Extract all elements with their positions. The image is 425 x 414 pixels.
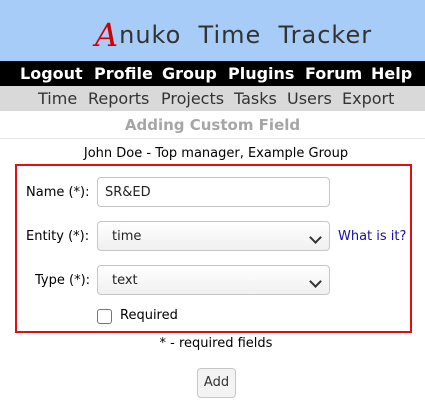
subnav-export[interactable]: Export <box>342 89 394 108</box>
nav-plugins[interactable]: Plugins <box>228 64 294 83</box>
sub-nav: Time Reports Projects Tasks Users Export <box>0 86 425 111</box>
logo-initial: A <box>95 16 119 54</box>
top-nav: Logout Profile Group Plugins Forum Help <box>0 61 425 86</box>
title-divider <box>0 138 425 139</box>
app-logo: Anuko Time Tracker <box>95 13 373 54</box>
name-label: Name (*): <box>26 185 90 200</box>
required-label: Required <box>120 308 178 323</box>
nav-help[interactable]: Help <box>371 64 412 83</box>
entity-selected-value: time <box>112 229 142 244</box>
type-select[interactable]: text <box>97 265 330 295</box>
required-fields-note: * - required fields <box>159 336 273 351</box>
subnav-reports[interactable]: Reports <box>88 89 149 108</box>
name-input[interactable] <box>97 177 330 207</box>
header-banner: Anuko Time Tracker <box>0 0 425 61</box>
chevron-down-icon <box>309 275 322 288</box>
chevron-down-icon <box>309 231 322 244</box>
nav-forum[interactable]: Forum <box>305 64 362 83</box>
nav-logout[interactable]: Logout <box>20 64 83 83</box>
what-is-it-link[interactable]: What is it? <box>338 229 406 244</box>
required-checkbox[interactable] <box>97 309 112 324</box>
user-info: John Doe - Top manager, Example Group <box>83 146 349 161</box>
type-selected-value: text <box>112 273 138 288</box>
nav-profile[interactable]: Profile <box>94 64 153 83</box>
entity-label: Entity (*): <box>26 229 90 244</box>
subnav-projects[interactable]: Projects <box>161 89 224 108</box>
type-label: Type (*): <box>35 273 91 288</box>
subnav-time[interactable]: Time <box>38 89 77 108</box>
subnav-users[interactable]: Users <box>287 89 332 108</box>
add-button[interactable]: Add <box>197 368 236 398</box>
subnav-tasks[interactable]: Tasks <box>234 89 277 108</box>
page-title: Adding Custom Field <box>124 116 301 134</box>
nav-group[interactable]: Group <box>162 64 217 83</box>
entity-select[interactable]: time <box>97 221 330 251</box>
logo-text: nuko Time Tracker <box>119 21 373 49</box>
